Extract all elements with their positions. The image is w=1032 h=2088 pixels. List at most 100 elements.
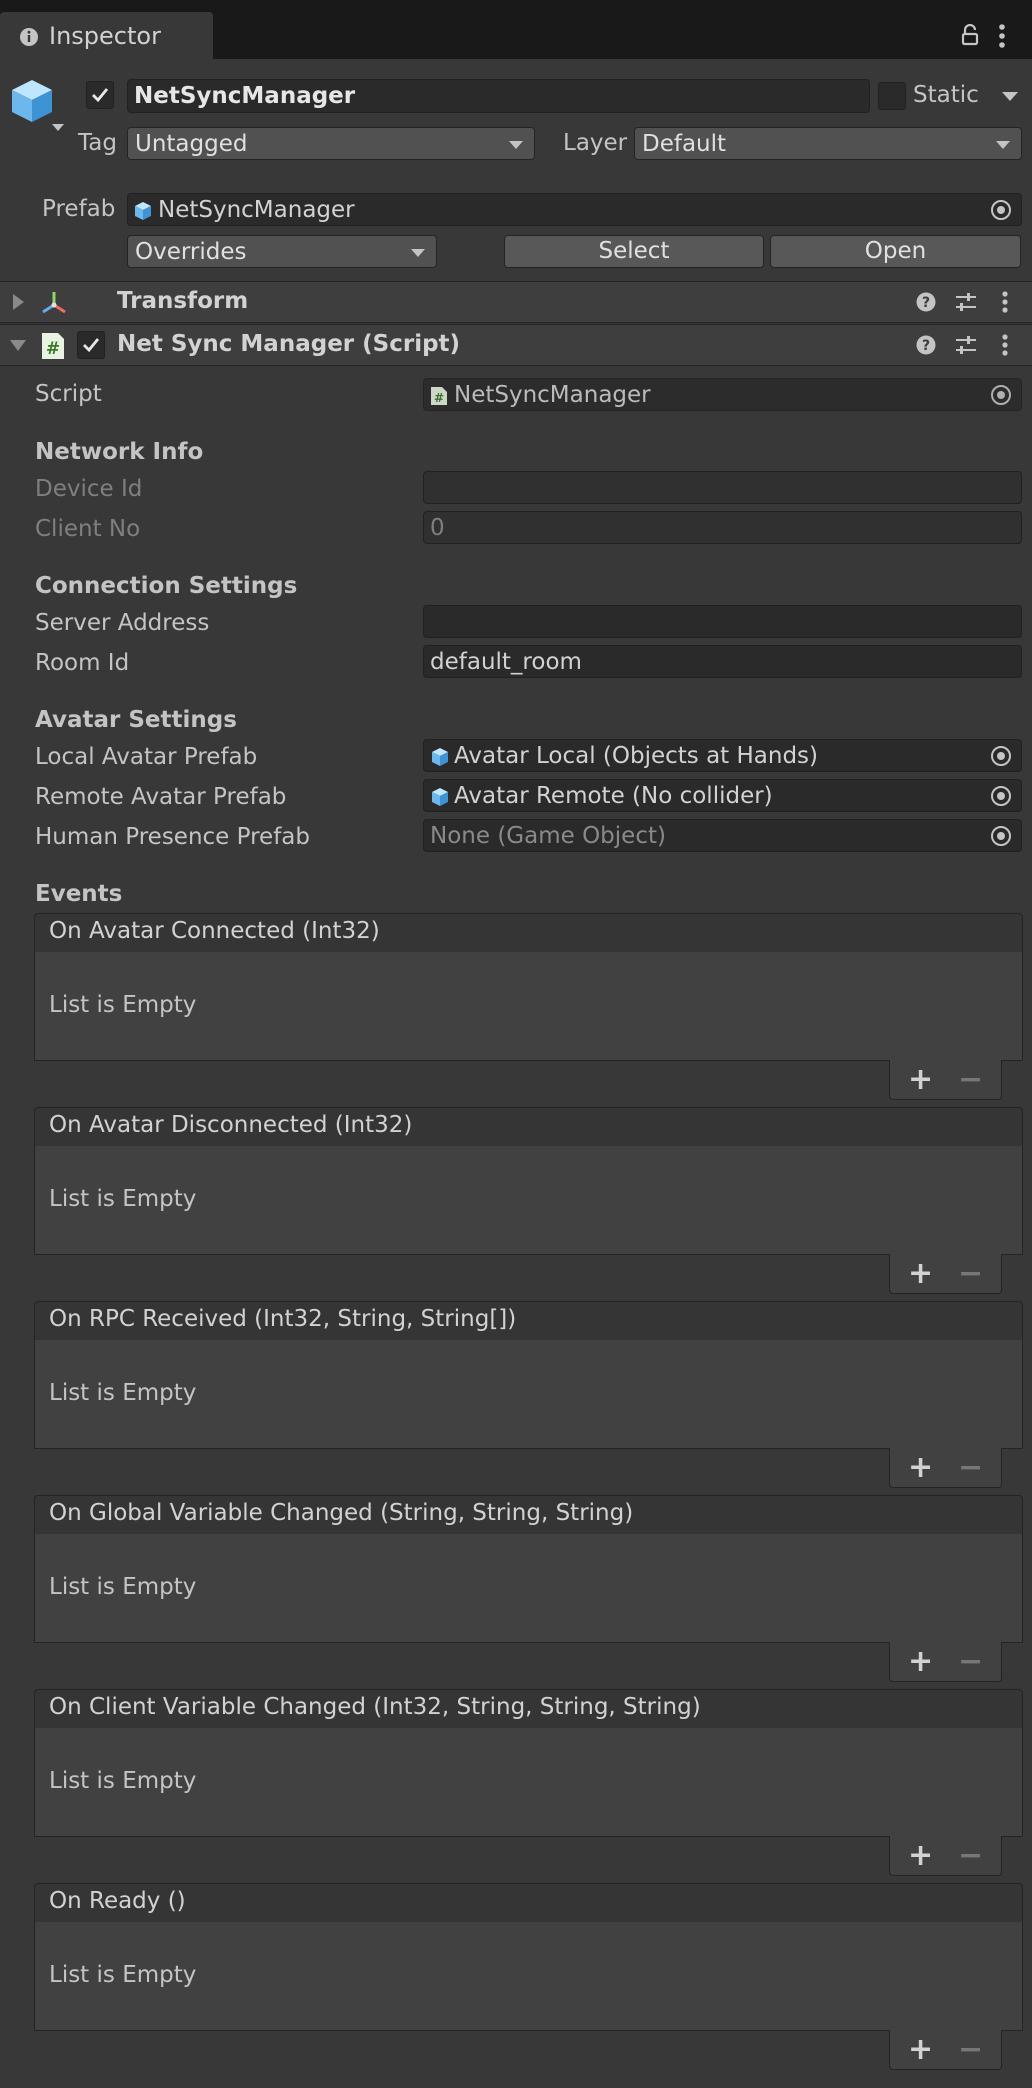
object-name-input[interactable]: NetSyncManager [127, 79, 870, 113]
client-no-label: Client No [35, 516, 141, 542]
active-checkbox[interactable] [86, 81, 114, 109]
event-list: List is Empty [34, 952, 1023, 1061]
script-component-header[interactable]: # Net Sync Manager (Script) ? [0, 324, 1032, 366]
event-header: On Avatar Disconnected (Int32) [34, 1107, 1023, 1147]
tab-inspector[interactable]: Inspector [0, 12, 213, 59]
tab-bar: Inspector [0, 0, 1032, 59]
svg-text:#: # [434, 391, 444, 405]
list-empty-label: List is Empty [49, 992, 197, 1018]
object-picker-icon[interactable] [991, 385, 1011, 405]
event-title: On Ready () [49, 1888, 186, 1914]
chevron-right-icon[interactable] [13, 294, 24, 310]
event-footer: + − [889, 2030, 1002, 2070]
transform-axis-icon [40, 289, 68, 315]
remove-button[interactable]: − [958, 1256, 983, 1291]
help-icon[interactable]: ? [916, 335, 936, 355]
list-empty-label: List is Empty [49, 1380, 197, 1406]
script-label: Script [35, 381, 102, 407]
remote-avatar-field[interactable]: Avatar Remote (No collider) [423, 779, 1022, 812]
script-hash-icon: # [40, 332, 66, 360]
script-hash-icon: # [430, 386, 448, 406]
event-header: On Ready () [34, 1883, 1023, 1923]
object-picker-icon[interactable] [991, 826, 1011, 846]
add-button[interactable]: + [908, 1062, 933, 1097]
chevron-down-icon[interactable] [10, 340, 26, 351]
static-label: Static [913, 82, 979, 108]
script-component-title: Net Sync Manager (Script) [117, 331, 461, 357]
event-footer: + − [889, 1642, 1002, 1682]
event-footer: + − [889, 1060, 1002, 1100]
overrides-dropdown[interactable]: Overrides [127, 235, 437, 268]
list-empty-label: List is Empty [49, 1768, 197, 1794]
static-dropdown-arrow[interactable] [1002, 92, 1018, 101]
server-address-input[interactable] [423, 605, 1022, 638]
event-title: On Global Variable Changed (String, Stri… [49, 1500, 634, 1526]
prefab-cube-icon [430, 787, 450, 807]
event-list: List is Empty [34, 1728, 1023, 1837]
local-avatar-field[interactable]: Avatar Local (Objects at Hands) [423, 739, 1022, 772]
object-picker-icon[interactable] [991, 786, 1011, 806]
add-button[interactable]: + [908, 1838, 933, 1873]
svg-text:#: # [46, 339, 60, 359]
room-id-input[interactable]: default_room [423, 645, 1022, 678]
connection-settings-header: Connection Settings [35, 573, 298, 599]
chevron-down-icon [509, 141, 523, 149]
prefab-cube-icon [133, 201, 153, 221]
event-footer: + − [889, 1836, 1002, 1876]
list-empty-label: List is Empty [49, 1962, 197, 1988]
kebab-menu-icon[interactable] [1002, 334, 1008, 356]
add-button[interactable]: + [908, 1256, 933, 1291]
script-field[interactable]: # NetSyncManager [423, 378, 1022, 411]
open-button[interactable]: Open [770, 235, 1021, 268]
transform-component-header[interactable]: Transform ? [0, 281, 1032, 323]
lock-icon[interactable] [961, 24, 979, 46]
event-title: On Avatar Disconnected (Int32) [49, 1112, 413, 1138]
tag-dropdown[interactable]: Untagged [127, 127, 535, 160]
event-title: On RPC Received (Int32, String, String[]… [49, 1306, 517, 1332]
room-id-label: Room Id [35, 650, 130, 676]
device-id-label: Device Id [35, 476, 143, 502]
script-enabled-checkbox[interactable] [77, 331, 105, 359]
layer-dropdown[interactable]: Default [634, 127, 1022, 160]
event-list: List is Empty [34, 1146, 1023, 1255]
list-empty-label: List is Empty [49, 1186, 197, 1212]
server-address-label: Server Address [35, 610, 210, 636]
chevron-down-icon [411, 249, 425, 257]
object-picker-icon[interactable] [991, 746, 1011, 766]
transform-title: Transform [117, 288, 249, 314]
gameobject-cube-icon[interactable] [10, 76, 64, 134]
help-icon[interactable]: ? [916, 292, 936, 312]
event-header: On Avatar Connected (Int32) [34, 913, 1023, 953]
preset-sliders-icon[interactable] [955, 335, 977, 355]
prefab-field[interactable]: NetSyncManager [127, 193, 1022, 226]
kebab-menu-icon[interactable] [1002, 291, 1008, 313]
svg-text:?: ? [922, 338, 930, 354]
event-footer: + − [889, 1448, 1002, 1488]
preset-sliders-icon[interactable] [955, 292, 977, 312]
event-list: List is Empty [34, 1340, 1023, 1449]
event-list: List is Empty [34, 1922, 1023, 2031]
remove-button[interactable]: − [958, 1644, 983, 1679]
event-list: List is Empty [34, 1534, 1023, 1643]
event-header: On Client Variable Changed (Int32, Strin… [34, 1689, 1023, 1729]
remove-button[interactable]: − [958, 1062, 983, 1097]
select-button[interactable]: Select [504, 235, 764, 268]
svg-text:?: ? [922, 295, 930, 311]
remove-button[interactable]: − [958, 1450, 983, 1485]
remove-button[interactable]: − [958, 1838, 983, 1873]
chevron-down-icon [996, 141, 1010, 149]
info-icon [19, 27, 39, 47]
add-button[interactable]: + [908, 1450, 933, 1485]
list-empty-label: List is Empty [49, 1574, 197, 1600]
kebab-menu-icon[interactable] [998, 24, 1006, 48]
object-picker-icon[interactable] [991, 200, 1011, 220]
event-header: On Global Variable Changed (String, Stri… [34, 1495, 1023, 1535]
add-button[interactable]: + [908, 1644, 933, 1679]
static-checkbox[interactable] [878, 82, 906, 110]
local-avatar-label: Local Avatar Prefab [35, 744, 258, 770]
event-title: On Client Variable Changed (Int32, Strin… [49, 1694, 701, 1720]
human-presence-field[interactable]: None (Game Object) [423, 819, 1022, 852]
remove-button[interactable]: − [958, 2032, 983, 2067]
network-info-header: Network Info [35, 439, 204, 465]
add-button[interactable]: + [908, 2032, 933, 2067]
